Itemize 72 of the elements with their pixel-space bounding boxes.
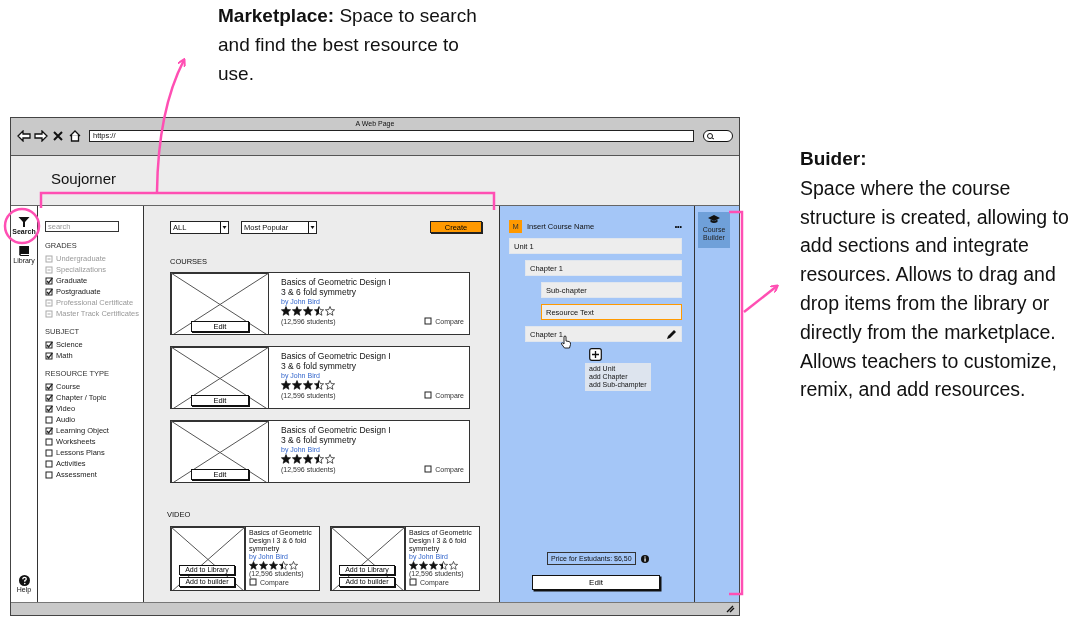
star-icon [259, 561, 268, 570]
info-icon [640, 554, 649, 563]
checkbox[interactable] [409, 578, 417, 586]
star-icon [292, 380, 302, 390]
filter-icon [18, 216, 30, 228]
star-icon [292, 454, 302, 464]
star-icon [419, 561, 428, 570]
checkbox[interactable] [45, 382, 53, 391]
checkbox[interactable] [45, 404, 53, 413]
checkbox[interactable] [424, 465, 433, 473]
help-icon [18, 575, 30, 586]
checkbox[interactable] [45, 470, 53, 479]
star-icon [429, 561, 438, 570]
course-title: Basics of Geometric Design I [281, 351, 392, 361]
book-icon [18, 245, 30, 257]
checkbox[interactable] [45, 459, 53, 468]
annotation-text: Marketplace: Space to search and find the best resource to use. [218, 4, 478, 86]
forward-arrow-icon[interactable] [34, 130, 48, 142]
checkbox[interactable] [45, 415, 53, 424]
course-subtitle: 3 & 6 fold symmetry [281, 361, 358, 371]
close-icon[interactable] [51, 130, 65, 142]
checkbox[interactable] [424, 391, 433, 399]
caret-icon [220, 221, 228, 233]
star-icon [325, 306, 335, 316]
annotation-arrow [743, 284, 779, 313]
checkbox[interactable] [249, 578, 257, 586]
graduation-cap-icon [708, 215, 720, 224]
star-icon [325, 380, 335, 390]
star-icon [281, 380, 291, 390]
star-icon [303, 306, 313, 316]
home-icon[interactable] [68, 130, 82, 142]
back-arrow-icon[interactable] [17, 130, 31, 142]
checkbox[interactable] [45, 448, 53, 457]
star-icon [249, 561, 258, 570]
star-icon [325, 454, 335, 464]
highlight-circle [3, 207, 41, 245]
checkbox[interactable] [45, 351, 53, 360]
checkbox[interactable] [45, 393, 53, 402]
checkbox[interactable] [45, 437, 53, 446]
app-title: Soujorner [51, 170, 117, 187]
hand-cursor-icon [560, 335, 572, 349]
star-icon [314, 454, 324, 464]
resize-grip-icon [726, 605, 735, 613]
star-icon [279, 561, 288, 570]
checkbox[interactable] [45, 276, 53, 285]
star-icon [303, 454, 313, 464]
pencil-icon[interactable] [666, 328, 677, 340]
star-icon [289, 561, 298, 570]
checkbox[interactable] [45, 287, 53, 296]
course-title: Basics of Geometric Design I [281, 425, 392, 435]
course-subtitle: 3 & 6 fold symmetry [281, 287, 358, 297]
annotation-title: Buider: [800, 147, 868, 171]
course-title: Basics of Geometric Design I [281, 277, 392, 287]
star-icon [269, 561, 278, 570]
search-icon[interactable] [703, 130, 733, 142]
star-icon [292, 306, 302, 316]
add-icon[interactable] [589, 348, 602, 361]
course-subtitle: 3 & 6 fold symmetry [281, 435, 358, 445]
checkbox[interactable] [45, 340, 53, 349]
edit-button[interactable]: Edit [532, 575, 660, 590]
checkbox[interactable] [45, 426, 53, 435]
checkbox[interactable] [424, 317, 433, 325]
star-icon [314, 380, 324, 390]
star-icon [281, 454, 291, 464]
star-icon [449, 561, 458, 570]
star-icon [281, 306, 291, 316]
annotation-text: Space where the course structure is created, allowing to add sections and integrate resources. Allows to drag and drop items from the library or directly from the marketplace. Allows teachers to customize, remix, and add resources. [800, 175, 1070, 403]
star-icon [439, 561, 448, 570]
star-icon [409, 561, 418, 570]
caret-icon [308, 221, 316, 233]
star-icon [303, 380, 313, 390]
star-icon [314, 306, 324, 316]
